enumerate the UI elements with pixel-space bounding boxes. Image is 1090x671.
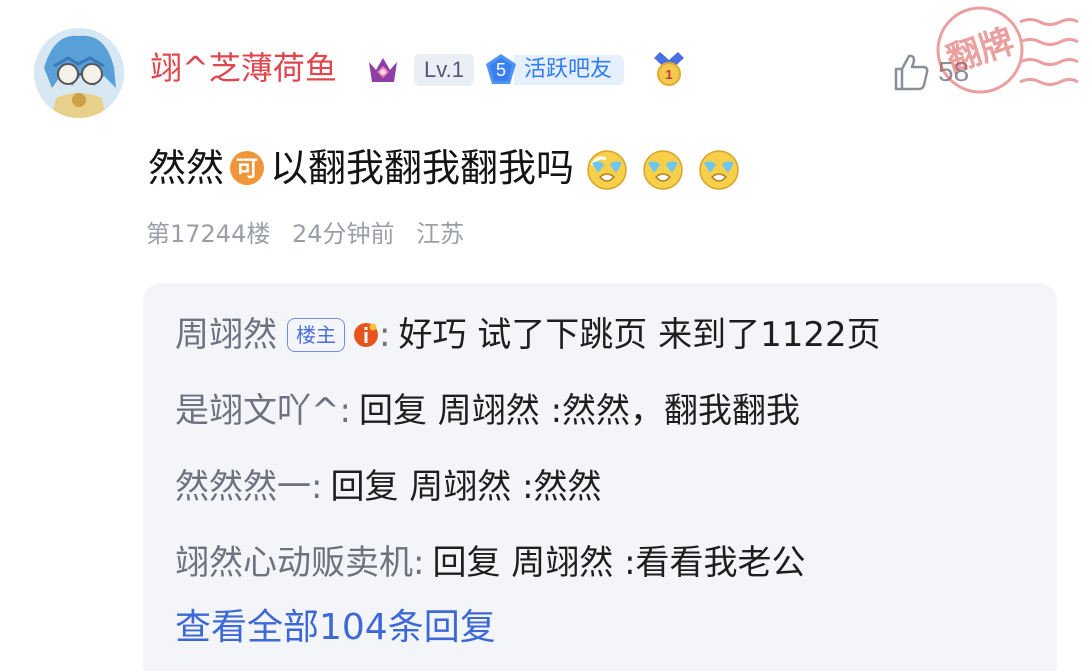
floor-number: 第17244楼 <box>146 220 271 248</box>
active-badge-label: 活跃吧友 <box>514 55 625 85</box>
reply-author[interactable]: 周翊然 <box>175 311 277 359</box>
comment-text-part: 以翻我翻我翻我吗 <box>270 146 575 190</box>
svg-text:可: 可 <box>236 157 258 182</box>
svg-text:1: 1 <box>665 67 672 82</box>
comment-page: 翊^芝薄荷鱼 Lv.1 5 活跃吧友 1 58 翻牌 然然 可 以翻我翻我翻我吗… <box>0 0 1090 671</box>
reply-author[interactable]: 是翊文吖^ <box>175 387 340 435</box>
crown-icon <box>369 58 397 82</box>
avatar[interactable] <box>34 28 124 118</box>
diamond-icon: 5 <box>484 53 518 87</box>
comment-text-part: 然然 <box>148 146 225 190</box>
reply-item[interactable]: 然然然一 : 回复 周翊然 :然然 <box>175 463 602 511</box>
reply-text: 好巧 试了下跳页 来到了1122页 <box>398 315 881 355</box>
reply-list: 周翊然 楼主 : 好巧 试了下跳页 来到了1122页 是翊文吖^ : 回复 周翊… <box>143 283 1057 671</box>
crying-emoji-icon <box>587 150 627 190</box>
username[interactable]: 翊^芝薄荷鱼 <box>150 46 337 90</box>
reply-text: 回复 周翊然 :看看我老公 <box>432 543 806 583</box>
reply-author[interactable]: 翊然心动贩卖机 <box>175 539 413 587</box>
crying-emoji-icon <box>699 150 739 190</box>
reply-text: 回复 周翊然 :然然 <box>330 467 602 507</box>
svg-text:翻牌: 翻牌 <box>942 21 1019 80</box>
ke-emoji-icon: 可 <box>230 151 265 185</box>
post-location: 江苏 <box>416 220 465 248</box>
fanpai-stamp-icon: 翻牌 <box>936 6 1079 94</box>
reply-item[interactable]: 是翊文吖^ : 回复 周翊然 :然然，翻我翻我 <box>175 387 800 435</box>
post-time: 24分钟前 <box>292 220 395 248</box>
host-badge: 楼主 <box>287 318 345 352</box>
comment-content: 然然 可 以翻我翻我翻我吗 <box>148 142 742 194</box>
reply-author[interactable]: 然然然一 <box>175 463 311 511</box>
comment-meta: 第17244楼 24分钟前 江苏 <box>146 216 478 252</box>
crying-emoji-icon <box>643 150 683 190</box>
view-all-replies-link[interactable]: 查看全部104条回复 <box>175 603 496 653</box>
info-icon <box>354 323 378 347</box>
level-badge: Lv.1 <box>414 54 474 86</box>
reply-item[interactable]: 翊然心动贩卖机 : 回复 周翊然 :看看我老公 <box>175 539 806 587</box>
medal-icon: 1 <box>654 52 684 86</box>
reply-text: 回复 周翊然 :然然，翻我翻我 <box>358 391 801 431</box>
active-member-badge: 5 活跃吧友 <box>484 53 625 87</box>
active-level-number: 5 <box>495 60 506 80</box>
reply-item[interactable]: 周翊然 楼主 : 好巧 试了下跳页 来到了1122页 <box>175 311 881 359</box>
